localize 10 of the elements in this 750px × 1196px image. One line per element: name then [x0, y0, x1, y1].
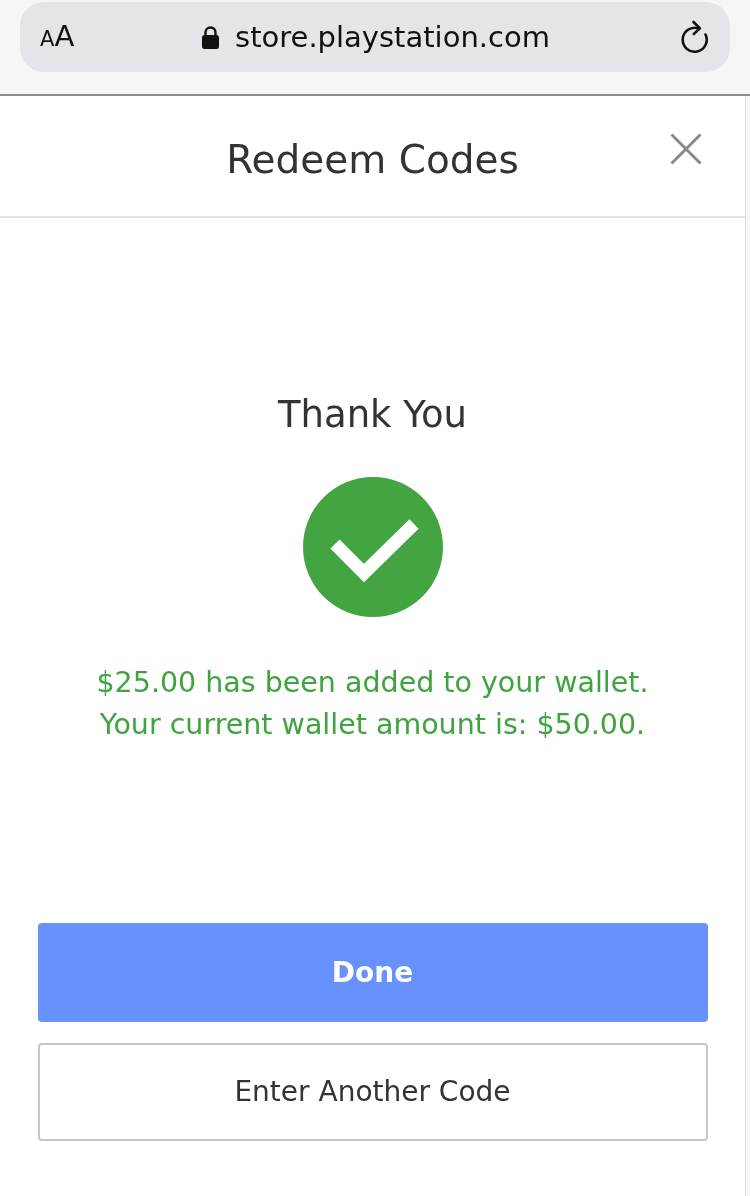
- address-bar[interactable]: AA store.playstation.com: [20, 2, 730, 72]
- wallet-message: Your current wallet amount is: $50.00.: [99, 707, 646, 743]
- text-size-button[interactable]: AA: [40, 18, 75, 56]
- close-icon[interactable]: [670, 133, 702, 165]
- checkmark-icon: [302, 477, 443, 617]
- thank-you-heading: Thank You: [277, 393, 468, 437]
- wallet-message: $25.00 has been added to your wallet.: [96, 665, 649, 701]
- dialog-title: Redeem Codes: [226, 137, 519, 183]
- enter-code-button[interactable]: Enter Another Code: [37, 1043, 708, 1141]
- url-text[interactable]: store.playstation.com: [235, 19, 550, 55]
